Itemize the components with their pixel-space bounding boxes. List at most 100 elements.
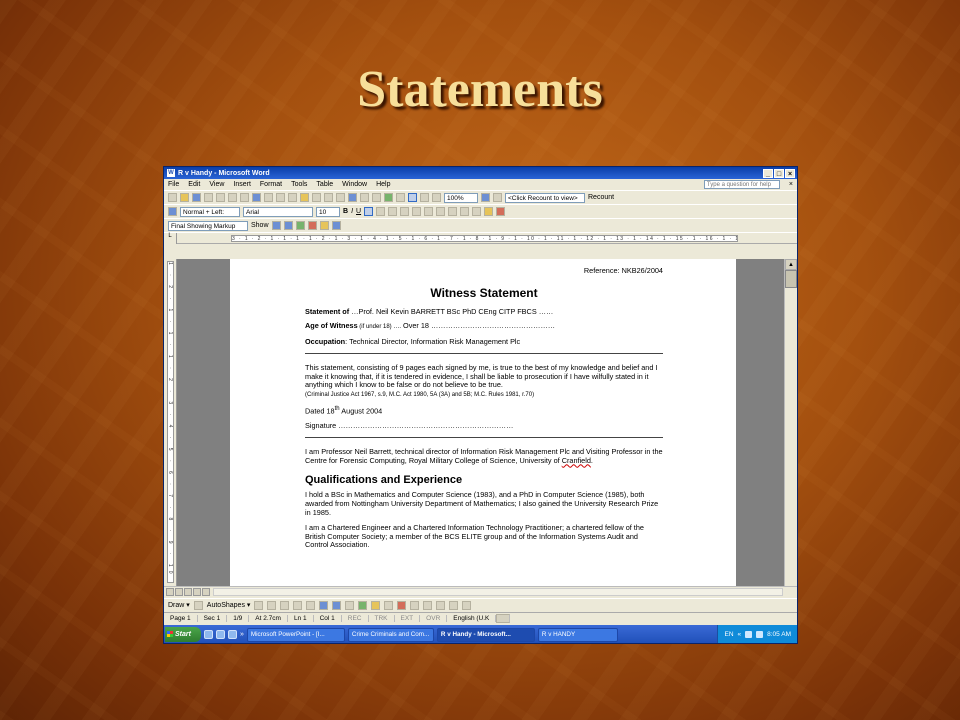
task-powerpoint[interactable]: Microsoft PowerPoint - [I... [246, 627, 345, 642]
recount-button[interactable]: Recount [588, 194, 614, 201]
insert-excel-icon[interactable] [384, 193, 393, 202]
vertical-ruler-scale[interactable]: 1 · 2 · 1 · 1 · 1 · 2 · 3 · 4 · 5 · 6 · … [167, 261, 174, 583]
numbering-icon[interactable] [424, 207, 434, 216]
menu-help[interactable]: Help [376, 181, 390, 188]
close-document-button[interactable]: × [789, 181, 793, 188]
close-button[interactable]: × [785, 168, 795, 178]
paste-icon[interactable] [300, 193, 309, 202]
wordart-icon[interactable] [319, 600, 329, 610]
decrease-indent-icon[interactable] [448, 207, 458, 216]
drawing-icon[interactable] [408, 193, 417, 202]
new-document-icon[interactable] [168, 193, 177, 202]
bold-button[interactable]: B [343, 208, 348, 215]
permission-icon[interactable] [204, 193, 213, 202]
underline-button[interactable]: U [356, 208, 361, 215]
zoom-select[interactable]: 100% [444, 192, 478, 203]
vertical-scrollbar[interactable]: ▲ [784, 259, 797, 586]
tab-selector[interactable]: L [164, 232, 177, 244]
menu-format[interactable]: Format [260, 181, 282, 188]
fill-color-icon[interactable] [371, 600, 381, 610]
status-trk[interactable]: TRK [369, 615, 395, 622]
outline-view-icon[interactable] [193, 588, 201, 596]
show-menu-button[interactable]: Show [251, 222, 269, 229]
font-color-icon[interactable] [496, 207, 506, 216]
reject-change-icon[interactable] [307, 221, 317, 230]
tray-app-icon[interactable] [745, 631, 753, 638]
research-icon[interactable] [264, 193, 273, 202]
print-icon[interactable] [228, 193, 237, 202]
scroll-up-icon[interactable]: ▲ [785, 259, 797, 270]
align-left-icon[interactable] [364, 207, 374, 216]
menu-table[interactable]: Table [316, 181, 333, 188]
tray-expand[interactable]: « [738, 631, 742, 638]
status-ovr[interactable]: OVR [420, 615, 448, 622]
spelling-icon[interactable] [252, 193, 261, 202]
justify-icon[interactable] [400, 207, 410, 216]
help-search-input[interactable]: Type a question for help [703, 180, 780, 189]
internet-explorer-icon[interactable] [204, 630, 213, 639]
arrow-icon[interactable] [267, 600, 277, 610]
spelling-status-icon[interactable] [496, 614, 511, 623]
read-icon[interactable] [493, 193, 502, 202]
tray-volume-icon[interactable] [756, 631, 764, 638]
font-size-select[interactable]: 10 [316, 206, 340, 217]
draw-font-color-icon[interactable] [397, 600, 407, 610]
email-icon[interactable] [216, 193, 225, 202]
select-objects-icon[interactable] [193, 600, 203, 610]
copy-icon[interactable] [288, 193, 297, 202]
task-word-r-v-handy[interactable]: R v Handy - Microsoft... [436, 627, 535, 642]
menu-insert[interactable]: Insert [233, 181, 251, 188]
language-indicator[interactable]: EN [724, 631, 733, 638]
line-color-icon[interactable] [384, 600, 394, 610]
tables-borders-icon[interactable] [360, 193, 369, 202]
increase-indent-icon[interactable] [460, 207, 470, 216]
outlook-icon[interactable] [216, 630, 225, 639]
help-icon[interactable] [481, 193, 490, 202]
insert-table-icon[interactable] [372, 193, 381, 202]
status-rec[interactable]: REC [342, 615, 369, 622]
style-select[interactable]: Normal + Left: [180, 206, 240, 217]
font-select[interactable]: Arial [243, 206, 313, 217]
clip-art-icon[interactable] [345, 600, 355, 610]
oval-icon[interactable] [293, 600, 303, 610]
menu-window[interactable]: Window [342, 181, 367, 188]
save-icon[interactable] [192, 193, 201, 202]
document-page[interactable]: Reference: NKB26/2004 Witness Statement … [230, 259, 736, 586]
italic-button[interactable]: I [351, 208, 353, 215]
previous-change-icon[interactable] [271, 221, 281, 230]
reading-layout-icon[interactable] [202, 588, 210, 596]
reviewing-pane-icon[interactable] [331, 221, 341, 230]
next-change-icon[interactable] [283, 221, 293, 230]
bullets-icon[interactable] [436, 207, 446, 216]
styles-formatting-icon[interactable] [168, 207, 177, 216]
shadow-style-icon[interactable] [449, 600, 459, 610]
accept-change-icon[interactable] [295, 221, 305, 230]
document-map-icon[interactable] [420, 193, 429, 202]
task-folder-r-v-handy[interactable]: R v HANDY [537, 627, 618, 642]
highlight-icon[interactable] [484, 207, 494, 216]
align-right-icon[interactable] [388, 207, 398, 216]
start-button[interactable]: Start [165, 627, 201, 642]
redo-icon[interactable] [336, 193, 345, 202]
menu-edit[interactable]: Edit [188, 181, 200, 188]
line-style-icon[interactable] [410, 600, 420, 610]
columns-icon[interactable] [396, 193, 405, 202]
menu-view[interactable]: View [209, 181, 224, 188]
maximize-button[interactable]: □ [774, 168, 784, 178]
minimize-button[interactable]: _ [763, 168, 773, 178]
normal-view-icon[interactable] [166, 588, 174, 596]
menu-file[interactable]: File [168, 181, 179, 188]
quick-launch-more[interactable]: » [240, 631, 244, 638]
arrow-style-icon[interactable] [436, 600, 446, 610]
text-box-icon[interactable] [306, 600, 316, 610]
line-icon[interactable] [254, 600, 264, 610]
align-center-icon[interactable] [376, 207, 386, 216]
web-layout-icon[interactable] [175, 588, 183, 596]
insert-picture-icon[interactable] [358, 600, 368, 610]
hyperlink-icon[interactable] [348, 193, 357, 202]
ruler-scale[interactable]: 3 · 1 · 2 · 1 · 1 · 1 · 1 · 2 · 1 · 3 · … [231, 234, 738, 242]
menu-tools[interactable]: Tools [291, 181, 307, 188]
format-painter-icon[interactable] [312, 193, 321, 202]
task-crime-criminals[interactable]: Crime Criminals and Com... [347, 627, 434, 642]
3d-style-icon[interactable] [462, 600, 472, 610]
